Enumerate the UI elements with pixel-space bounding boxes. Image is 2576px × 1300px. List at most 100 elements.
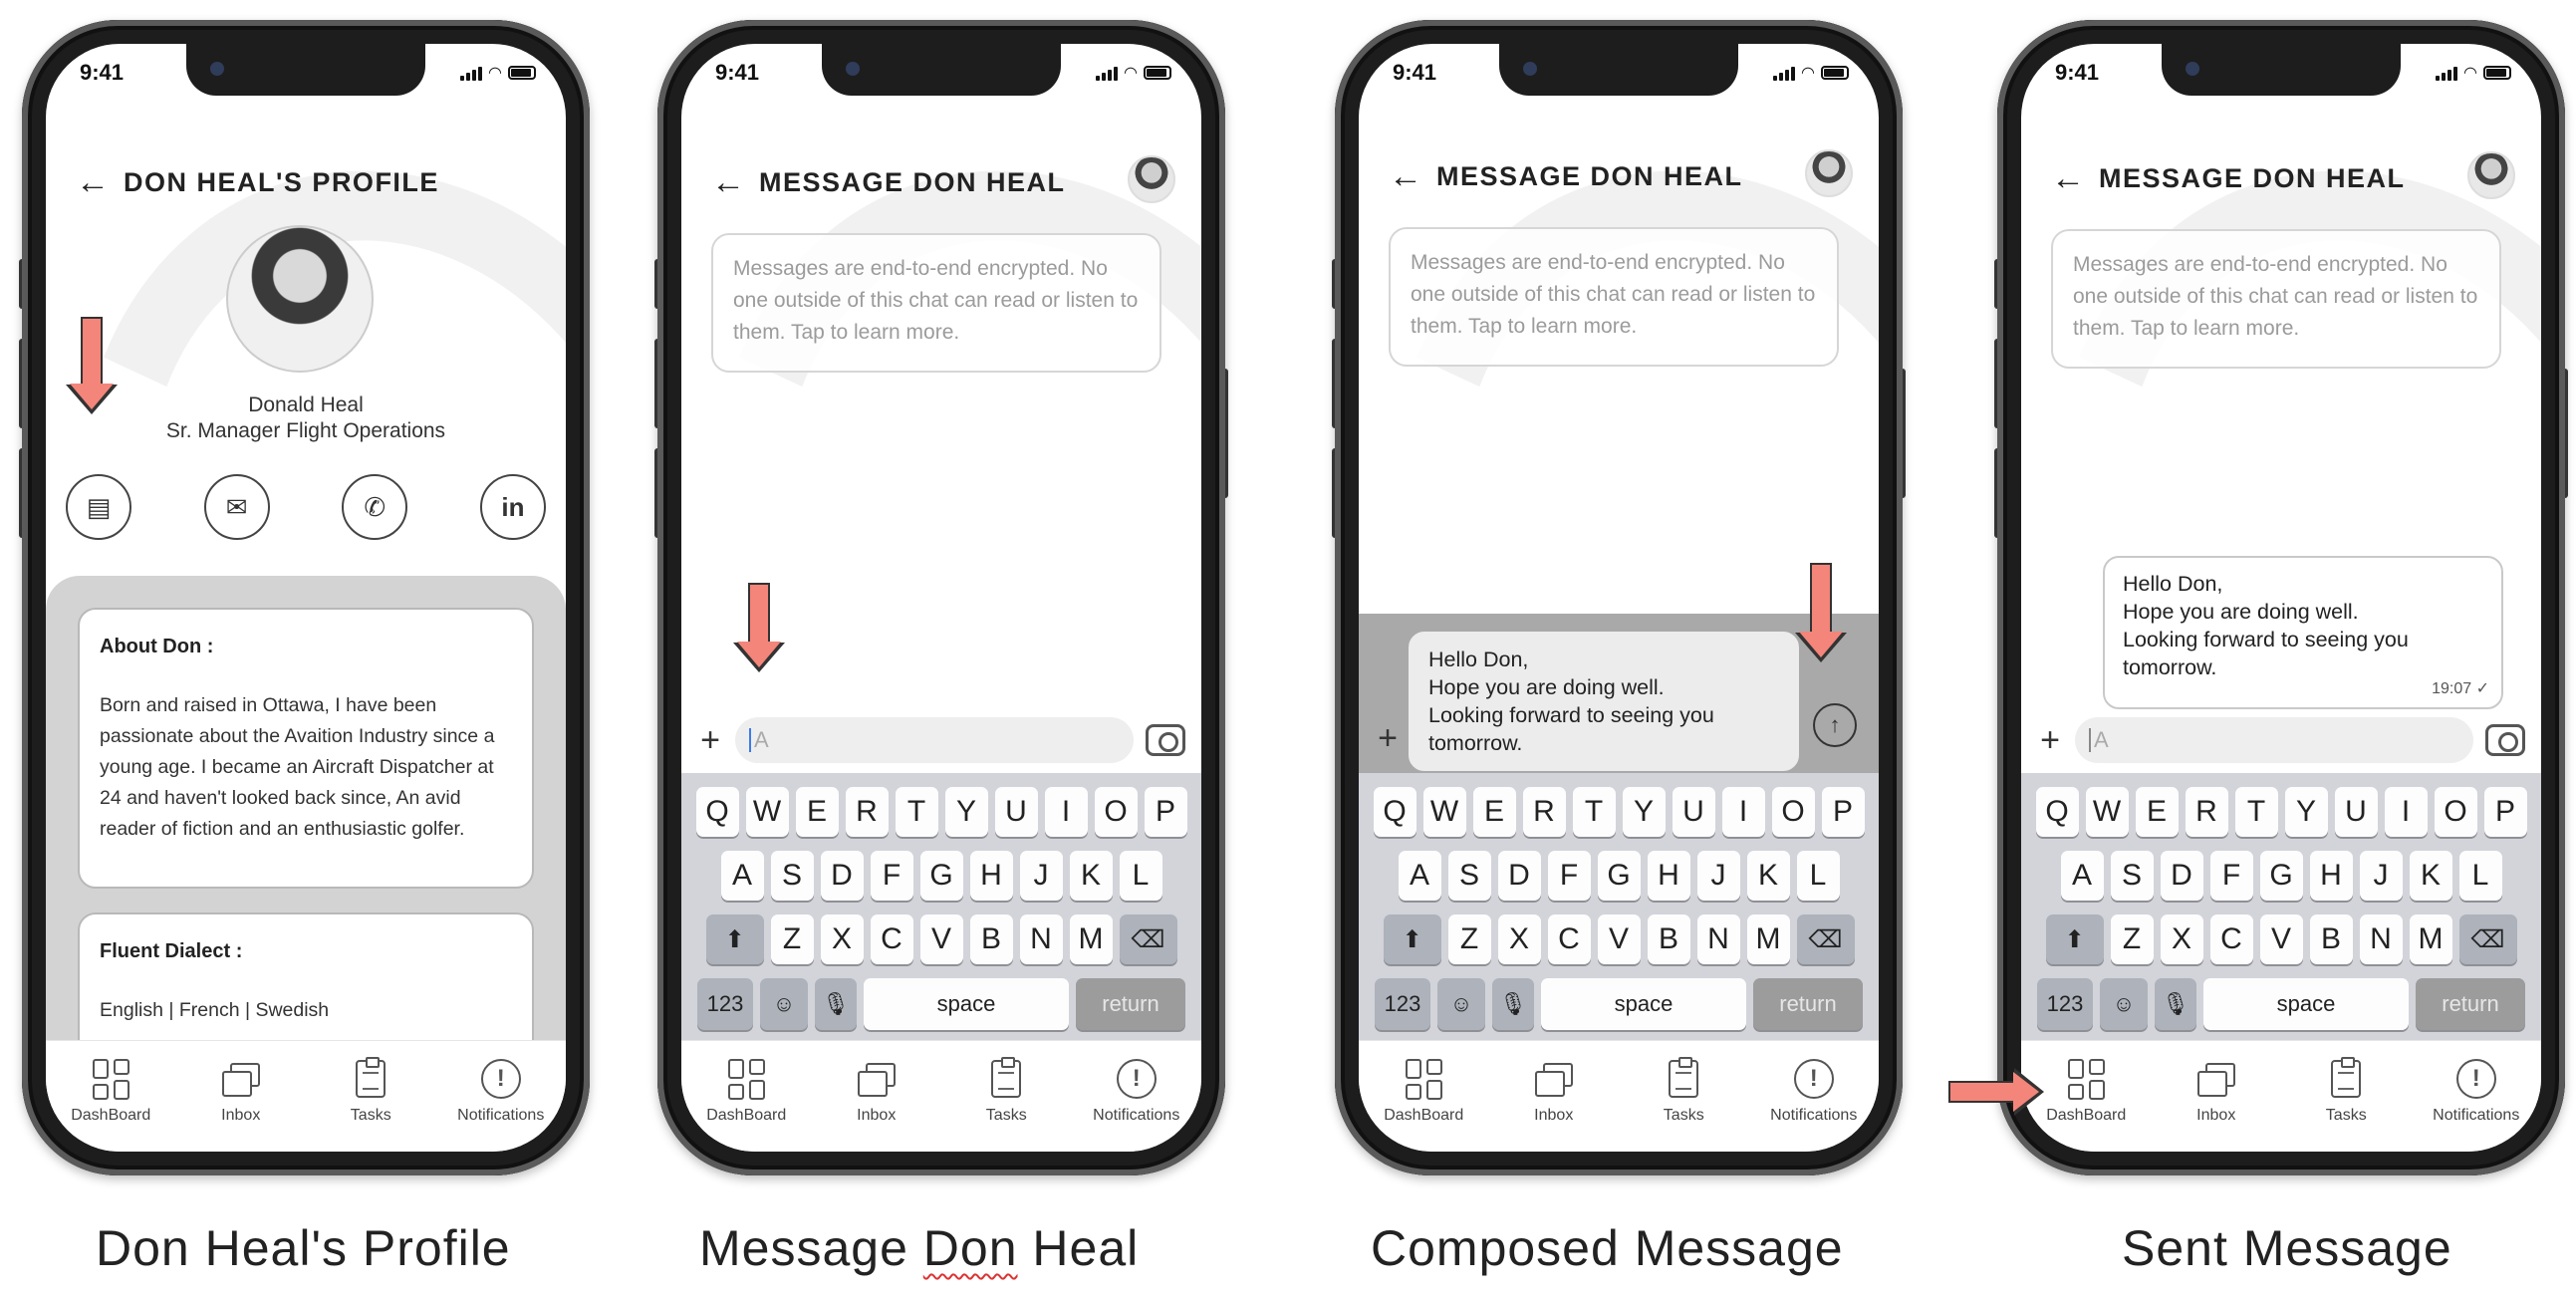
key[interactable]: Y [944,787,988,837]
backspace-key-icon[interactable]: ⌫ [1796,914,1855,964]
key[interactable]: U [1672,787,1715,837]
tab-tasks[interactable]: Tasks [1624,1057,1743,1152]
key[interactable]: P [2483,787,2527,837]
key[interactable]: X [1497,914,1541,964]
key[interactable]: D [2160,851,2203,901]
numbers-key[interactable]: 123 [1375,978,1430,1030]
key[interactable]: Y [1622,787,1666,837]
phone-icon[interactable]: ✆ [342,474,408,540]
tab-tasks[interactable]: Tasks [2286,1057,2406,1152]
key[interactable]: A [720,851,764,901]
tab-notifications[interactable]: ! Notifications [1754,1057,1874,1152]
backspace-key-icon[interactable]: ⌫ [1119,914,1177,964]
back-arrow-icon[interactable]: ← [76,165,124,199]
key[interactable]: J [2359,851,2403,901]
key[interactable]: W [2085,787,2129,837]
return-key[interactable]: return [2416,978,2525,1030]
key[interactable]: Q [695,787,739,837]
key[interactable]: X [820,914,864,964]
key[interactable]: W [745,787,789,837]
tab-tasks[interactable]: Tasks [946,1057,1066,1152]
key[interactable]: E [795,787,839,837]
key[interactable]: M [1746,914,1790,964]
message-input[interactable]: A [735,717,1134,763]
key[interactable]: U [2334,787,2378,837]
key[interactable]: I [1721,787,1765,837]
key[interactable]: N [1019,914,1063,964]
return-key[interactable]: return [1076,978,1185,1030]
mic-key-icon[interactable]: 🎙 [2155,978,2196,1030]
key[interactable]: V [919,914,963,964]
key[interactable]: G [919,851,963,901]
key[interactable]: J [1019,851,1063,901]
contact-avatar[interactable] [1805,149,1853,197]
shift-key-icon[interactable]: ⬆ [1383,914,1441,964]
shift-key-icon[interactable]: ⬆ [2045,914,2104,964]
mic-key-icon[interactable]: 🎙 [1492,978,1534,1030]
key[interactable]: S [770,851,814,901]
key[interactable]: B [969,914,1013,964]
key[interactable]: B [2309,914,2353,964]
shift-key-icon[interactable]: ⬆ [705,914,764,964]
key[interactable]: R [845,787,889,837]
key[interactable]: A [2060,851,2104,901]
key[interactable]: C [870,914,913,964]
key[interactable]: K [2409,851,2452,901]
tab-tasks[interactable]: Tasks [311,1057,430,1152]
key[interactable]: E [2135,787,2179,837]
key[interactable]: P [1821,787,1865,837]
key[interactable]: Z [770,914,814,964]
tab-dashboard[interactable]: DashBoard [2026,1057,2146,1152]
key[interactable]: G [2259,851,2303,901]
key[interactable]: K [1746,851,1790,901]
tab-inbox[interactable]: Inbox [2157,1057,2276,1152]
key[interactable]: U [994,787,1038,837]
key[interactable]: F [1547,851,1591,901]
tab-inbox[interactable]: Inbox [817,1057,936,1152]
tab-notifications[interactable]: ! Notifications [2417,1057,2536,1152]
key[interactable]: W [1422,787,1466,837]
tab-dashboard[interactable]: DashBoard [686,1057,806,1152]
key[interactable]: L [2458,851,2502,901]
key[interactable]: R [1522,787,1566,837]
camera-icon[interactable] [1146,724,1185,756]
key[interactable]: H [1647,851,1690,901]
key[interactable]: O [1094,787,1138,837]
key[interactable]: O [1771,787,1815,837]
contact-avatar[interactable] [2467,151,2515,199]
key[interactable]: I [2384,787,2428,837]
key[interactable]: M [2409,914,2452,964]
tab-inbox[interactable]: Inbox [1494,1057,1614,1152]
key[interactable]: A [1398,851,1441,901]
numbers-key[interactable]: 123 [2037,978,2093,1030]
key[interactable]: O [2434,787,2477,837]
key[interactable]: N [2359,914,2403,964]
key[interactable]: K [1069,851,1113,901]
key[interactable]: C [2209,914,2253,964]
tab-notifications[interactable]: ! Notifications [1077,1057,1196,1152]
key[interactable]: L [1796,851,1840,901]
key[interactable]: T [2234,787,2278,837]
back-arrow-icon[interactable]: ← [1389,159,1436,193]
plus-icon[interactable]: + [2037,723,2063,757]
key[interactable]: C [1547,914,1591,964]
key[interactable]: P [1144,787,1187,837]
encryption-notice[interactable]: Messages are end-to-end encrypted. No on… [1389,227,1839,367]
compose-input[interactable]: Hello Don, Hope you are doing well. Look… [1409,632,1799,771]
plus-icon[interactable]: + [697,723,723,757]
key[interactable]: V [2259,914,2303,964]
linkedin-icon[interactable]: in [479,474,546,540]
key[interactable]: T [895,787,938,837]
plus-icon[interactable]: + [1375,721,1401,755]
back-arrow-icon[interactable]: ← [2051,161,2099,195]
contact-avatar[interactable] [1128,155,1175,203]
key[interactable]: V [1597,914,1641,964]
backspace-key-icon[interactable]: ⌫ [2458,914,2517,964]
message-input[interactable]: A [2075,717,2473,763]
sent-message-bubble[interactable]: Hello Don, Hope you are doing well. Look… [2103,556,2503,709]
space-key[interactable]: space [864,978,1069,1030]
key[interactable]: J [1696,851,1740,901]
key[interactable]: Z [2110,914,2154,964]
key[interactable]: S [1447,851,1491,901]
key[interactable]: Y [2284,787,2328,837]
